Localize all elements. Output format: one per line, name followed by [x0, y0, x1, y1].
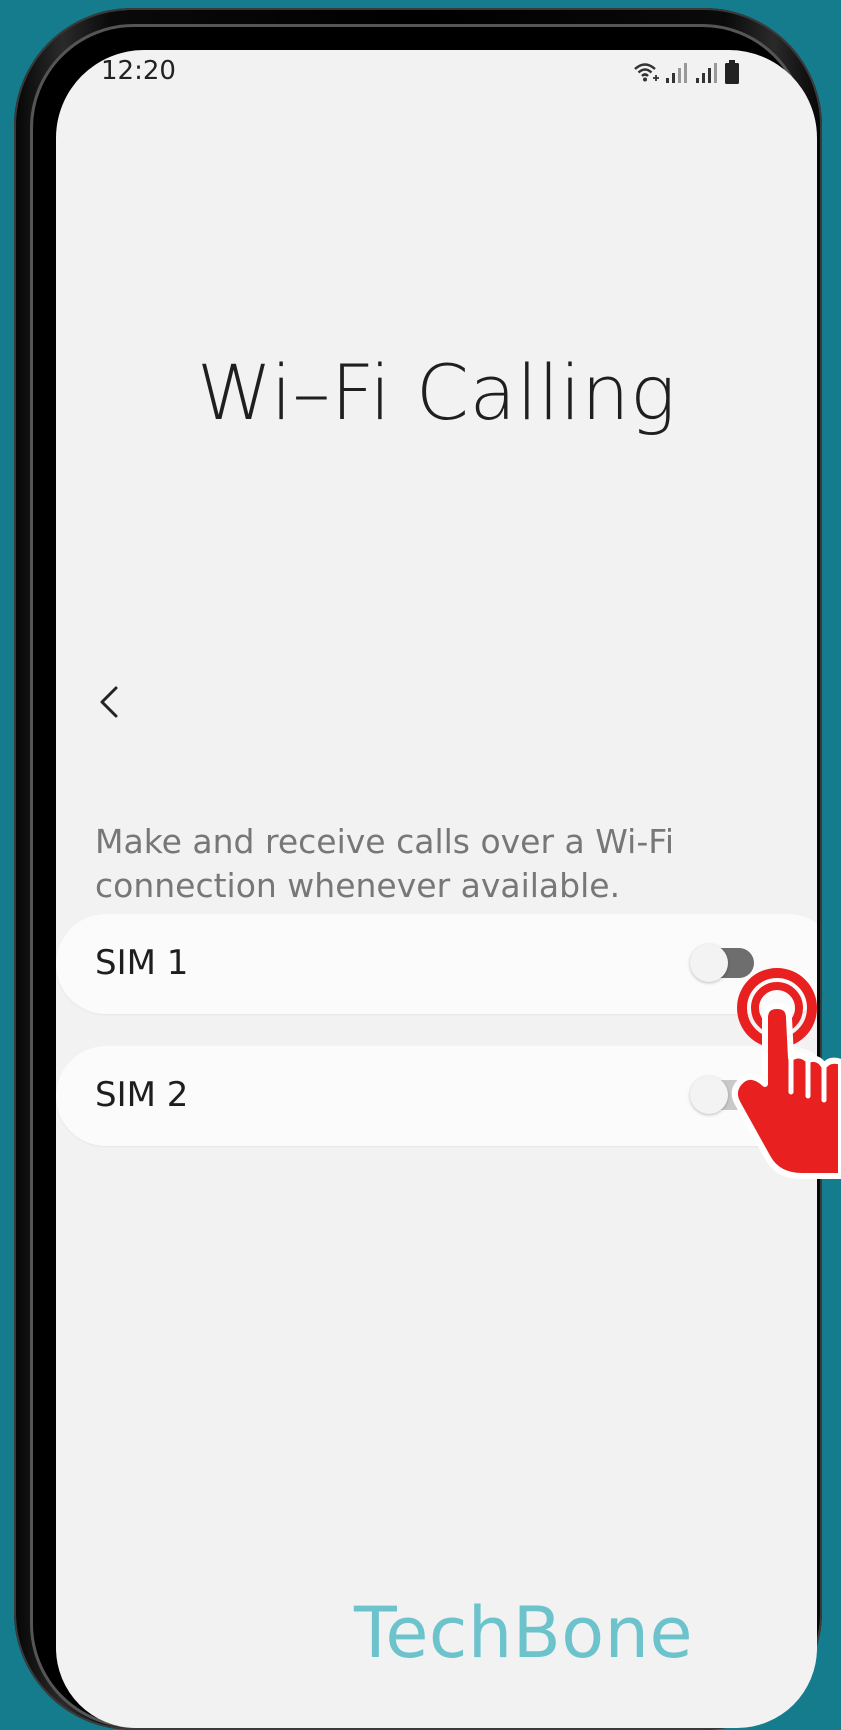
wifi-calling-icon — [634, 63, 659, 82]
setting-row-sim2[interactable]: SIM 2 — [56, 1046, 817, 1146]
signal-sim1-icon — [666, 63, 687, 83]
watermark: TechBone — [354, 1592, 694, 1674]
phone-screen: 12:20 Wi–Fi Calling Make and receive cal… — [56, 50, 817, 1728]
page-title: Wi–Fi Calling — [196, 348, 677, 437]
sim2-label: SIM 2 — [95, 1075, 189, 1115]
status-icons — [633, 56, 739, 84]
sim1-toggle-knob — [690, 944, 728, 982]
setting-row-sim1[interactable]: SIM 1 — [56, 914, 817, 1014]
status-bar: 12:20 — [56, 50, 817, 90]
sim2-toggle-knob — [690, 1076, 728, 1114]
battery-icon — [725, 60, 739, 84]
signal-sim2-icon — [696, 63, 717, 83]
status-time: 12:20 — [101, 56, 176, 86]
back-button[interactable] — [92, 678, 128, 726]
sim1-label: SIM 1 — [95, 943, 189, 983]
page-description: Make and receive calls over a Wi-Fi conn… — [95, 822, 674, 905]
chevron-left-icon — [100, 686, 118, 718]
tap-hand-icon — [731, 968, 841, 1179]
